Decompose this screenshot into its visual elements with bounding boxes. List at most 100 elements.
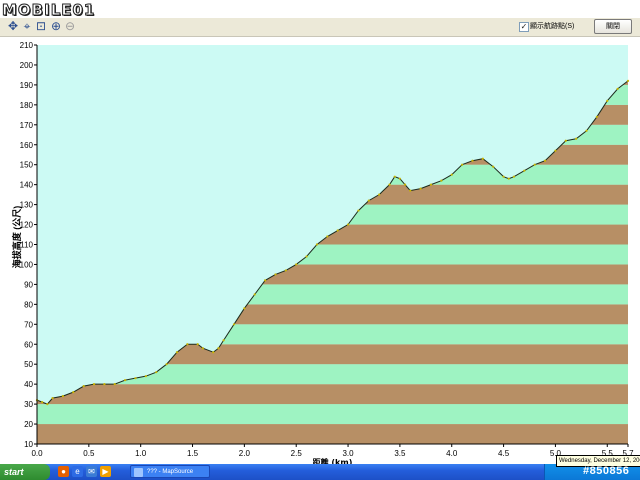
track-point	[253, 293, 256, 296]
crosshair-icon[interactable]: ⌖	[20, 19, 34, 33]
y-tick-label: 90	[24, 280, 33, 289]
ie-icon[interactable]: e	[72, 466, 83, 477]
y-tick-label: 120	[20, 221, 34, 230]
track-point	[82, 385, 85, 388]
taskbar-item-mapsource[interactable]: ??? - MapSource	[130, 465, 210, 478]
x-tick-label: 0.5	[83, 449, 95, 458]
track-point	[523, 169, 526, 172]
post-id-watermark: #850856	[583, 465, 630, 477]
track-point	[543, 159, 547, 162]
track-point	[51, 397, 54, 400]
x-tick-label: 0.0	[31, 449, 43, 458]
window-title-bar: MOBILE01	[0, 0, 640, 20]
track-point	[409, 189, 412, 192]
track-point	[575, 137, 578, 140]
track-point	[388, 183, 391, 186]
y-tick-label: 70	[24, 320, 33, 329]
y-tick-label: 140	[20, 181, 34, 190]
track-point	[357, 209, 360, 212]
firefox-icon[interactable]: ●	[58, 466, 69, 477]
track-point	[243, 307, 246, 310]
y-tick-label: 130	[20, 201, 34, 210]
elevation-band	[37, 384, 628, 405]
track-point	[585, 129, 588, 132]
y-tick-label: 30	[24, 400, 33, 409]
start-button[interactable]: start	[0, 464, 50, 480]
x-tick-label: 2.5	[291, 449, 303, 458]
y-tick-label: 100	[20, 260, 34, 269]
close-button[interactable]: 關閉	[594, 19, 632, 34]
track-point	[186, 343, 189, 346]
track-point	[175, 351, 179, 354]
track-point	[481, 157, 484, 160]
y-tick-label: 150	[20, 161, 34, 170]
x-tick-label: 3.0	[342, 449, 354, 458]
track-point	[512, 175, 516, 178]
track-point	[212, 351, 215, 354]
track-point	[616, 87, 619, 90]
track-point	[305, 255, 308, 258]
y-tick-label: 190	[20, 81, 34, 90]
elevation-chart[interactable]: 10 20 30 40 50 60 70 80 90 100 110 120 130 140 150 160 1…	[0, 37, 640, 464]
y-tick-label: 200	[20, 61, 34, 70]
mobile01-watermark: MOBILE01	[1, 1, 96, 20]
elevation-band	[37, 424, 628, 444]
y-tick-label: 180	[20, 101, 34, 110]
start-label: start	[4, 467, 24, 477]
track-point	[346, 223, 350, 226]
track-point	[92, 383, 96, 386]
show-trackpoints-checkbox[interactable]: ✓	[519, 22, 529, 32]
track-point	[284, 269, 287, 272]
zoom-in-icon[interactable]: ⊕	[49, 19, 63, 33]
track-point	[61, 395, 65, 398]
y-tick-label: 160	[20, 141, 34, 150]
outlook-icon[interactable]: ✉	[86, 466, 97, 477]
track-point	[595, 115, 598, 118]
y-tick-label: 10	[24, 440, 33, 449]
track-point	[507, 177, 510, 180]
pan-icon[interactable]: ✥	[6, 19, 20, 33]
track-point	[232, 323, 236, 326]
track-point	[419, 187, 422, 190]
track-point	[41, 401, 44, 404]
track-point	[144, 375, 147, 378]
y-tick-label: 20	[24, 420, 33, 429]
track-point	[471, 159, 474, 162]
track-point	[461, 163, 464, 166]
track-point	[113, 383, 116, 386]
track-point	[326, 235, 329, 238]
select-icon[interactable]: ⊡	[34, 19, 48, 33]
track-point	[222, 339, 225, 342]
x-tick-label: 1.5	[187, 449, 199, 458]
x-axis-title: 距離 (km)	[313, 457, 353, 464]
track-point	[502, 175, 505, 178]
track-point	[450, 173, 453, 176]
x-tick-label: 4.5	[498, 449, 510, 458]
track-point	[196, 343, 199, 346]
taskbar-item-label: ??? - MapSource	[147, 469, 194, 475]
track-point	[403, 183, 407, 186]
track-point	[274, 273, 277, 276]
track-point	[492, 165, 495, 168]
elevation-profile-panel: 海拔高度 (公尺) 10 20 30 40 50 60 70 80 90 100 110 120 130…	[0, 37, 640, 464]
zoom-out-icon[interactable]: ⊖	[63, 19, 77, 33]
show-trackpoints-label: 顯示航跡點(S)	[530, 23, 575, 30]
track-point	[124, 379, 127, 382]
x-tick-label: 3.5	[394, 449, 406, 458]
track-point	[217, 347, 220, 350]
track-point	[440, 179, 443, 182]
track-point	[554, 149, 557, 152]
track-point	[103, 383, 106, 386]
track-point	[606, 99, 609, 102]
x-tick-label: 2.0	[239, 449, 251, 458]
y-tick-label: 80	[24, 300, 33, 309]
media-player-icon[interactable]: ▶	[100, 466, 111, 477]
elevation-band	[37, 404, 628, 425]
y-tick-label: 50	[24, 360, 33, 369]
track-point	[264, 279, 267, 282]
track-point	[398, 177, 401, 180]
track-point	[165, 363, 168, 366]
track-point	[315, 243, 319, 246]
track-point	[155, 371, 158, 374]
track-point	[533, 163, 536, 166]
